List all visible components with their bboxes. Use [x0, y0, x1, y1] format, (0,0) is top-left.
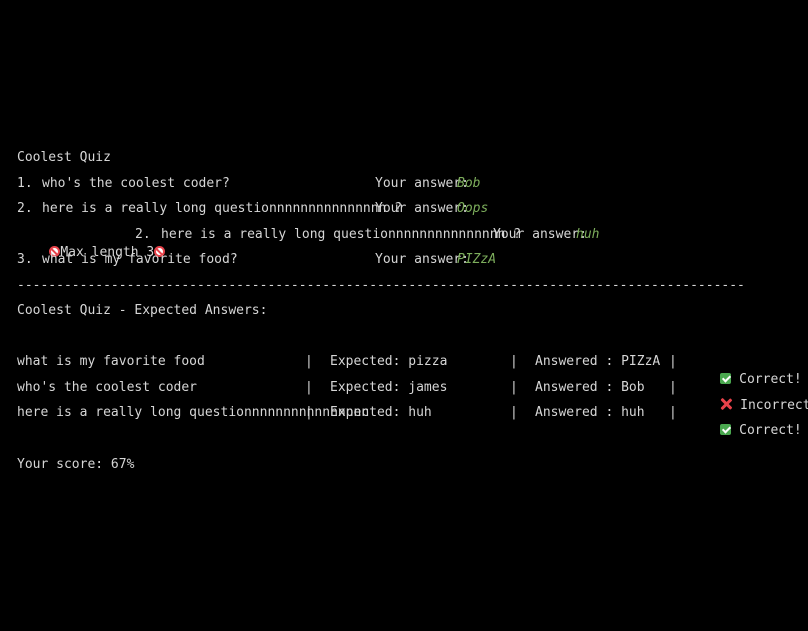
result-answered: Answered : Bob: [535, 380, 645, 395]
result-answered: Answered : PIZzA: [535, 354, 661, 369]
question-number: 2.: [135, 227, 151, 242]
column-divider: |: [510, 354, 518, 369]
check-icon: [720, 424, 732, 435]
question-text: here is a really long questionnnnnnnnnnn…: [161, 227, 522, 242]
question-text: who's the coolest coder?: [42, 176, 230, 191]
column-divider: |: [510, 380, 518, 395]
question-number: 1.: [17, 176, 33, 191]
answer-label: Your answer:: [493, 227, 587, 242]
question-text: what is my favorite food?: [42, 252, 238, 267]
results-title: Coolest Quiz - Expected Answers:: [17, 303, 268, 318]
result-question: here is a really long questionnnnnnnnnnn…: [17, 405, 370, 420]
user-answer: huh: [576, 227, 600, 242]
answer-label: Your answer:: [375, 252, 469, 267]
answer-label: Your answer:: [375, 201, 469, 216]
column-divider: |: [305, 380, 313, 395]
question-number: 3.: [17, 252, 33, 267]
column-divider: |: [669, 354, 677, 369]
column-divider: |: [305, 405, 313, 420]
question-number: 2.: [17, 201, 33, 216]
column-divider: |: [669, 380, 677, 395]
status-label: Correct!: [739, 423, 802, 438]
quiz-title: Coolest Quiz: [17, 150, 111, 165]
terminal-window: Coolest Quiz 1. who's the coolest coder?…: [0, 0, 808, 631]
result-expected: Expected: huh: [330, 405, 432, 420]
user-answer: PIZzA: [457, 252, 497, 267]
separator-line: ----------------------------------------…: [17, 278, 746, 293]
column-divider: |: [510, 405, 518, 420]
result-status: Correct!: [689, 404, 802, 458]
column-divider: |: [305, 354, 313, 369]
user-answer: Oops: [457, 201, 489, 216]
question-text: here is a really long questionnnnnnnnnnn…: [42, 201, 403, 216]
result-question: what is my favorite food: [17, 354, 205, 369]
column-divider: |: [669, 405, 677, 420]
user-answer: Bob: [457, 176, 481, 191]
result-answered: Answered : huh: [535, 405, 645, 420]
answer-label: Your answer:: [375, 176, 469, 191]
result-expected: Expected: james: [330, 380, 448, 395]
result-question: who's the coolest coder: [17, 380, 198, 395]
score-text: Your score: 67%: [17, 457, 135, 472]
result-expected: Expected: pizza: [330, 354, 448, 369]
